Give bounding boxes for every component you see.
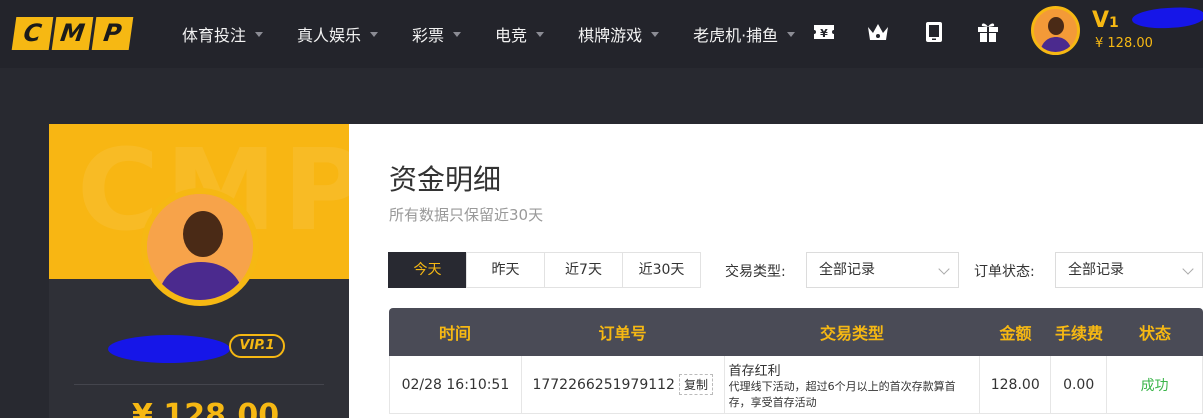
header-balance: ¥ 128.00 [1095,36,1153,51]
tab-yesterday[interactable]: 昨天 [466,252,545,288]
nav-live-casino[interactable]: 真人娱乐 [297,22,379,46]
gift-icon[interactable] [976,20,1000,44]
vip-badge: VIP.1 [229,334,285,358]
nav-esports[interactable]: 电竞 [495,22,545,46]
nav-lottery[interactable]: 彩票 [412,22,462,46]
chevron-down-icon [1182,263,1194,275]
profile-card: CMP [49,124,349,418]
chevron-down-icon [370,31,379,37]
chevron-down-icon [453,31,462,37]
row-fee: 0.00 [1051,356,1108,413]
nav-card-games-label: 棋牌游戏 [578,26,643,45]
nav-lottery-label: 彩票 [412,26,445,45]
fund-details-panel: 资金明细 所有数据只保留近30天 今天 昨天 近7天 近30天 交易类型: 全部… [349,124,1203,418]
top-bar: C M P 体育投注 真人娱乐 彩票 电竞 棋牌游戏 老虎机·捕鱼 ¥ V1 ¥… [0,0,1203,68]
redacted-username [108,335,230,363]
chevron-down-icon [938,263,950,275]
order-status-label: 订单状态: [974,264,1035,280]
row-order-number: 1772266251979112 [532,376,675,393]
divider [74,384,324,385]
profile-avatar[interactable] [141,188,259,306]
column-amount: 金额 [999,324,1032,343]
tab-last-7-days[interactable]: 近7天 [544,252,623,288]
row-status: 成功 [1107,356,1203,413]
column-fee: 手续费 [1054,324,1103,343]
transaction-type-select[interactable]: 全部记录 [806,252,959,288]
row-time: 02/28 16:10:51 [390,356,522,413]
nav-sports-label: 体育投注 [182,26,247,45]
row-order-cell: 1772266251979112 复制 [522,356,725,413]
nav-sports[interactable]: 体育投注 [182,22,264,46]
tablet-icon[interactable] [922,20,946,44]
table-row: 02/28 16:10:51 1772266251979112 复制 首存红利 … [389,356,1203,414]
chevron-down-icon [651,31,660,37]
vip-level-number: 1 [1109,15,1119,31]
svg-text:¥: ¥ [820,27,828,40]
date-range-tabs: 今天 昨天 近7天 近30天 [388,252,701,288]
transaction-type-label: 交易类型: [725,264,786,280]
copy-button[interactable]: 复制 [678,374,713,395]
transaction-type-value: 全部记录 [819,262,875,278]
logo-letter-m: M [51,17,94,50]
logo-letter-c: C [11,17,54,50]
nav-esports-label: 电竞 [495,26,528,45]
column-time: 时间 [438,324,471,343]
chevron-down-icon [255,31,264,37]
row-amount: 128.00 [980,356,1052,413]
table-header: 时间 订单号 交易类型 金额 手续费 状态 [389,308,1203,356]
crown-icon[interactable] [866,20,890,44]
nav-slots-fishing[interactable]: 老虎机·捕鱼 [693,22,796,46]
row-type-title: 首存红利 [728,364,781,379]
chevron-down-icon [787,31,796,37]
nav-slots-fishing-label: 老虎机·捕鱼 [693,26,779,45]
nav-card-games[interactable]: 棋牌游戏 [578,22,660,46]
row-type-description: 代理线下活动，超过6个月以上的首次存款算首存，享受首存活动 [728,380,956,409]
transactions-table: 时间 订单号 交易类型 金额 手续费 状态 02/28 16:10:51 177… [389,308,1203,414]
logo-letter-p: P [91,17,134,50]
ticket-icon[interactable]: ¥ [812,20,836,44]
page-title: 资金明细 [389,163,502,196]
order-status-value: 全部记录 [1068,262,1124,278]
redacted-username [1131,6,1203,30]
vip-level: V1 [1092,8,1119,33]
chevron-down-icon [536,31,545,37]
column-status: 状态 [1138,324,1171,343]
column-transaction-type: 交易类型 [819,324,884,343]
row-type-cell: 首存红利 代理线下活动，超过6个月以上的首次存款算首存，享受首存活动 [725,356,981,413]
tab-last-30-days[interactable]: 近30天 [622,252,701,288]
profile-balance: ¥ 128.00 [132,398,280,418]
page-subtitle: 所有数据只保留近30天 [389,206,544,224]
nav-live-casino-label: 真人娱乐 [297,26,362,45]
order-status-select[interactable]: 全部记录 [1055,252,1203,288]
cmp-logo[interactable]: C M P [11,17,134,50]
vip-level-letter: V [1092,8,1110,33]
column-order-number: 订单号 [598,324,647,343]
user-avatar[interactable] [1031,6,1080,55]
tab-today[interactable]: 今天 [388,252,467,288]
main-nav: 体育投注 真人娱乐 彩票 电竞 棋牌游戏 老虎机·捕鱼 [182,22,829,46]
